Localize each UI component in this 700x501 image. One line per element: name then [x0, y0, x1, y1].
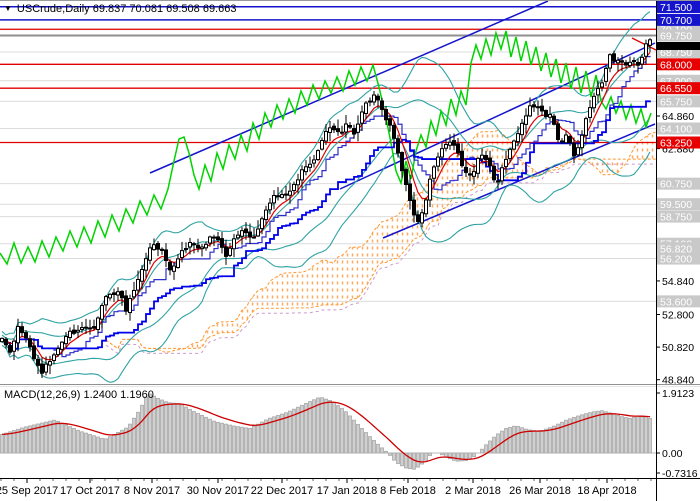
svg-text:63.250: 63.250 [660, 138, 692, 150]
svg-text:17 Oct 2017: 17 Oct 2017 [60, 485, 120, 497]
dropdown-triangle-icon[interactable]: ▼ [4, 5, 12, 13]
svg-text:68.000: 68.000 [660, 59, 692, 71]
svg-text:71.500: 71.500 [660, 2, 692, 14]
svg-text:30 Nov 2017: 30 Nov 2017 [187, 485, 249, 497]
svg-text:59.500: 59.500 [660, 199, 692, 211]
current-price-marker [657, 42, 700, 50]
svg-text:48.840: 48.840 [662, 375, 694, 387]
svg-text:58.750: 58.750 [660, 212, 692, 224]
svg-text:64.860: 64.860 [662, 111, 694, 123]
svg-text:69.750: 69.750 [660, 31, 692, 43]
svg-text:25 Sep 2017: 25 Sep 2017 [0, 485, 58, 497]
svg-text:1.9123: 1.9123 [662, 388, 694, 400]
svg-text:52.800: 52.800 [662, 310, 694, 322]
svg-text:17 Jan 2018: 17 Jan 2018 [317, 485, 378, 497]
svg-text:60.750: 60.750 [660, 179, 692, 191]
svg-text:8 Feb 2018: 8 Feb 2018 [380, 485, 436, 497]
svg-text:8 Nov 2017: 8 Nov 2017 [124, 485, 180, 497]
green-indicator-line [0, 31, 651, 264]
svg-text:66.550: 66.550 [660, 83, 692, 95]
svg-text:70.700: 70.700 [660, 15, 692, 27]
svg-text:22 Dec 2017: 22 Dec 2017 [251, 485, 313, 497]
svg-text:56.200: 56.200 [660, 254, 692, 266]
chart-canvas[interactable]: 70.10069.75068.75067.00065.75064.10060.7… [0, 1, 700, 501]
date-axis[interactable]: 25 Sep 201717 Oct 2017 8 Nov 2017 30 Nov 2… [0, 479, 651, 497]
macd-pane [0, 394, 656, 469]
svg-text:2 Mar 2018: 2 Mar 2018 [445, 485, 501, 497]
svg-text:65.750: 65.750 [660, 96, 692, 108]
svg-text:26 Mar 2018: 26 Mar 2018 [509, 485, 571, 497]
svg-text:53.600: 53.600 [660, 296, 692, 308]
symbol-title: ▼ USCrude,Daily 69.837 70.081 69.508 69.… [4, 3, 236, 15]
price-axis[interactable]: 70.10069.75068.75067.00065.75064.10060.7… [656, 1, 700, 480]
ichimoku-cloud [106, 130, 662, 352]
red-ma-line [2, 52, 650, 360]
svg-text:50.820: 50.820 [662, 342, 694, 354]
main-chart-pane [0, 1, 662, 382]
macd-indicator-label: MACD(12,26,9) 1.2400 1.1960 [4, 389, 154, 401]
svg-text:18 Apr 2018: 18 Apr 2018 [577, 485, 636, 497]
svg-text:0.00: 0.00 [662, 448, 683, 460]
trading-chart-window: 70.10069.75068.75067.00065.75064.10060.7… [0, 0, 700, 501]
svg-text:54.840: 54.840 [662, 276, 694, 288]
symbol-ohlc-text: USCrude,Daily 69.837 70.081 69.508 69.66… [17, 3, 237, 15]
svg-text:64.100: 64.100 [660, 124, 692, 136]
svg-text:-0.7316: -0.7316 [662, 468, 698, 480]
